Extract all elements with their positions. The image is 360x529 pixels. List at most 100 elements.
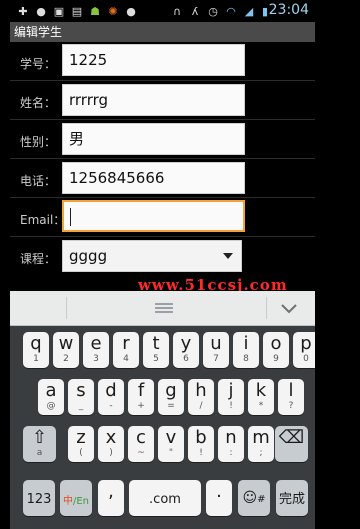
image-icon: ▣ xyxy=(53,4,65,18)
keyboard-toolbar xyxy=(10,291,315,326)
key-label: 完成 xyxy=(278,492,305,507)
name-label: 姓名： xyxy=(20,96,57,110)
done-key[interactable]: 完成 xyxy=(276,480,308,516)
key-sublabel: 5 xyxy=(153,354,159,364)
key-sublabel: 2 xyxy=(63,354,69,364)
lang-zh: 中 xyxy=(62,496,73,507)
key-sublabel: ) xyxy=(109,448,113,458)
numbers-key[interactable]: 123 xyxy=(23,480,55,516)
key-sublabel: ? xyxy=(288,401,294,411)
key-label: i xyxy=(243,333,249,354)
key-j[interactable]: j! xyxy=(218,379,244,415)
language-label: 中/En xyxy=(60,480,92,512)
hash-label: # xyxy=(257,494,266,505)
key-n[interactable]: n: xyxy=(218,426,244,462)
key-sublabel: + xyxy=(137,401,145,411)
message-icon: ▤ xyxy=(71,4,83,18)
screen: ✚ ● ▣ ▤ ☗ ✺ ● ∩ ʎ ◷ ◠ ◢ ▮ 23:04 编辑学生 学号：… xyxy=(10,0,315,529)
key-b[interactable]: b! xyxy=(188,426,214,462)
add-icon: ✚ xyxy=(18,4,28,18)
key-l[interactable]: l? xyxy=(278,379,304,415)
chevron-down-icon[interactable] xyxy=(278,297,300,319)
divider xyxy=(10,236,315,237)
key-m[interactable]: m; xyxy=(248,426,274,462)
gender-label: 性别： xyxy=(20,135,57,149)
alarm-icon: ◷ xyxy=(208,4,218,18)
key-label: .com xyxy=(149,492,181,507)
emoji-key[interactable]: ☺# xyxy=(238,480,270,516)
key-label: k xyxy=(255,380,267,401)
course-dropdown[interactable]: gggg xyxy=(62,240,242,272)
key-sublabel: _ xyxy=(78,401,84,411)
key-y[interactable]: y6 xyxy=(173,332,199,368)
email-field[interactable] xyxy=(62,200,245,232)
key-f[interactable]: f + xyxy=(128,379,154,415)
key-label: t xyxy=(152,333,160,354)
key-o[interactable]: o9 xyxy=(263,332,289,368)
drag-handle-icon[interactable] xyxy=(155,303,173,313)
comma-key[interactable]: , xyxy=(98,480,124,516)
key-w[interactable]: w2 xyxy=(53,332,79,368)
key-sublabel: ; xyxy=(259,448,263,458)
key-t[interactable]: t5 xyxy=(143,332,169,368)
key-sublabel: ! xyxy=(199,448,203,458)
key-label: f xyxy=(137,380,145,401)
key-v[interactable]: v " xyxy=(158,426,184,462)
key-label: h xyxy=(195,380,207,401)
key-e[interactable]: e3 xyxy=(83,332,109,368)
key-h[interactable]: h / xyxy=(188,379,214,415)
key-i[interactable]: i8 xyxy=(233,332,259,368)
key-label: b xyxy=(195,427,207,448)
phone-field[interactable]: 1256845666 xyxy=(62,162,245,194)
backspace-key[interactable]: ⌫ xyxy=(275,426,308,462)
shift-key[interactable]: ⇧ a xyxy=(23,426,56,462)
student-id-field[interactable]: 1225 xyxy=(62,44,245,76)
name-field[interactable]: rrrrrg xyxy=(62,84,245,116)
key-label: m xyxy=(252,427,270,448)
key-sublabel: ! xyxy=(229,401,233,411)
key-label: 123 xyxy=(26,492,52,507)
key-z[interactable]: z( xyxy=(68,426,94,462)
signal-icon: ◢ xyxy=(244,4,254,18)
key-s[interactable]: s _ xyxy=(68,379,94,415)
key-label: s xyxy=(76,380,86,401)
key-k[interactable]: k * xyxy=(248,379,274,415)
key-x[interactable]: x) xyxy=(98,426,124,462)
key-g[interactable]: g = xyxy=(158,379,184,415)
key-u[interactable]: u7 xyxy=(203,332,229,368)
key-label: g xyxy=(165,380,177,401)
key-label: x xyxy=(105,427,117,448)
period-key[interactable]: . xyxy=(206,480,232,516)
dotcom-key[interactable]: .com xyxy=(129,480,201,516)
key-label: j xyxy=(228,380,234,401)
key-label: r xyxy=(122,333,130,354)
key-label: e xyxy=(90,333,102,354)
key-sublabel: - xyxy=(109,401,113,411)
key-r[interactable]: r4 xyxy=(113,332,139,368)
student-id-label: 学号： xyxy=(20,57,57,71)
phone-label: 电话： xyxy=(20,174,57,188)
key-sublabel: 8 xyxy=(243,354,249,364)
page-title: 编辑学生 xyxy=(10,22,315,42)
key-sublabel: ( xyxy=(79,448,83,458)
key-sublabel: 6 xyxy=(183,354,189,364)
language-switch-key[interactable]: 中/En xyxy=(60,480,92,516)
divider xyxy=(10,80,315,81)
key-q[interactable]: q1 xyxy=(23,332,49,368)
key-label: a xyxy=(45,380,57,401)
soft-keyboard: q 1 w 2 e 3 r 4 t 5 y 6 u 7 i 8 o 9 p 0 a @ s _ d - f + g = h / j! k * l? ⇧ a… xyxy=(10,291,315,529)
run-icon: ʎ xyxy=(191,4,199,18)
dropdown-arrow-icon xyxy=(223,253,233,259)
gender-field[interactable]: 男 xyxy=(62,123,245,155)
key-sublabel: ~ xyxy=(137,448,145,458)
android-icon: ☗ xyxy=(90,4,100,18)
key-c[interactable]: c ~ xyxy=(128,426,154,462)
backspace-icon: ⌫ xyxy=(278,427,305,448)
key-p[interactable]: p0 xyxy=(293,332,315,368)
key-sublabel: 1 xyxy=(33,354,39,364)
headphones-icon: ∩ xyxy=(172,4,182,18)
key-d[interactable]: d- xyxy=(98,379,124,415)
key-label: q xyxy=(30,333,42,354)
key-a[interactable]: a @ xyxy=(38,379,64,415)
key-label: l xyxy=(288,380,294,401)
